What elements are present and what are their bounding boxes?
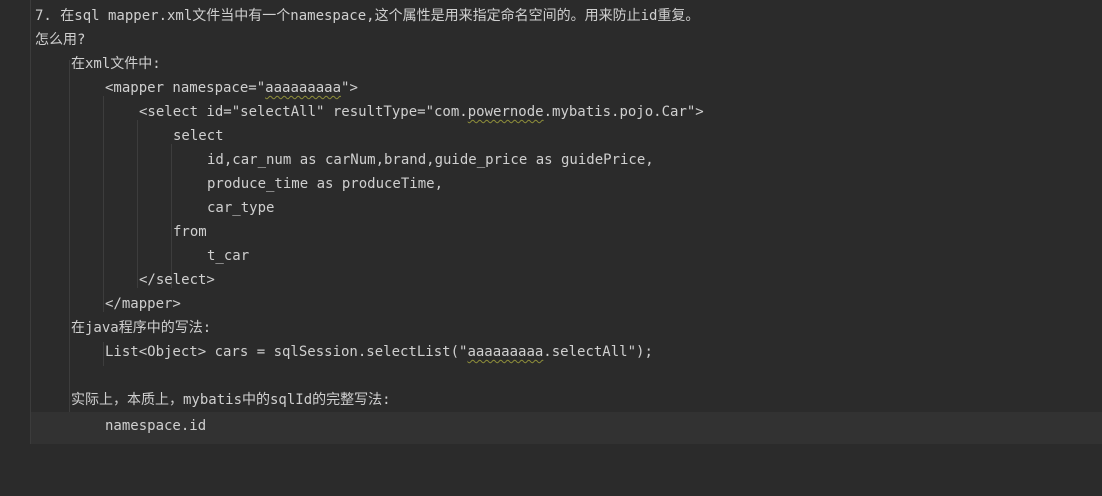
text-line-5[interactable]: <select id="selectAll" resultType="com.p… (31, 100, 1102, 124)
line-text: 7. 在sql mapper.xml文件当中有一个namespace,这个属性是… (35, 8, 700, 24)
text-line-11[interactable]: t_car (31, 244, 1102, 268)
code-segment: <select id="selectAll" resultType="com. (139, 104, 468, 120)
line-text: List<Object> cars = sqlSession.selectLis… (105, 340, 653, 364)
line-text: t_car (207, 248, 250, 264)
line-text: </mapper> (105, 296, 181, 312)
text-line-13[interactable]: </mapper> (31, 292, 1102, 316)
code-segment: .selectAll"); (543, 344, 653, 360)
code-segment: "> (341, 80, 358, 96)
text-line-9[interactable]: car_type (31, 196, 1102, 220)
text-line-6[interactable]: select (31, 124, 1102, 148)
line-text: id,car_num as carNum,brand,guide_price a… (207, 152, 654, 168)
line-text: 怎么用? (35, 32, 86, 48)
code-segment: .mybatis.pojo.Car"> (543, 104, 704, 120)
line-text: namespace.id (105, 418, 207, 434)
code-segment: <mapper namespace=" (105, 80, 266, 96)
line-text: from (173, 224, 207, 240)
text-line-15[interactable]: List<Object> cars = sqlSession.selectLis… (31, 340, 1102, 364)
text-line-7[interactable]: id,car_num as carNum,brand,guide_price a… (31, 148, 1102, 172)
line-text: </select> (139, 272, 215, 288)
text-line-10[interactable]: from (31, 220, 1102, 244)
text-line-12[interactable]: </select> (31, 268, 1102, 292)
line-text: produce_time as produceTime, (207, 176, 444, 192)
text-line-3[interactable]: 在xml文件中: (31, 52, 1102, 76)
text-line-2[interactable]: 怎么用? (31, 28, 1102, 52)
line-text: select (173, 128, 224, 144)
namespace-value-warning: aaaaaaaaa (467, 344, 544, 360)
text-line-16[interactable] (31, 364, 1102, 388)
line-text: 实际上，本质上，mybatis中的sqlId的完整写法: (71, 392, 391, 408)
editor-gutter (0, 0, 30, 444)
current-line[interactable]: namespace.id (31, 412, 1102, 444)
line-text: <mapper namespace="aaaaaaaaa"> (105, 76, 358, 100)
line-text: 在xml文件中: (71, 56, 161, 72)
text-line-17[interactable]: 实际上，本质上，mybatis中的sqlId的完整写法: (31, 388, 1102, 412)
code-editor[interactable]: 7. 在sql mapper.xml文件当中有一个namespace,这个属性是… (30, 0, 1102, 444)
text-line-4[interactable]: <mapper namespace="aaaaaaaaa"> (31, 76, 1102, 100)
text-line-1[interactable]: 7. 在sql mapper.xml文件当中有一个namespace,这个属性是… (31, 4, 1102, 28)
code-segment: List<Object> cars = sqlSession.selectLis… (105, 344, 468, 360)
line-text: car_type (207, 200, 275, 216)
text-line-8[interactable]: produce_time as produceTime, (31, 172, 1102, 196)
text-line-14[interactable]: 在java程序中的写法: (31, 316, 1102, 340)
package-name-warning: powernode (467, 104, 544, 120)
namespace-value-warning: aaaaaaaaa (265, 80, 342, 96)
line-text: <select id="selectAll" resultType="com.p… (139, 100, 704, 124)
line-text: 在java程序中的写法: (71, 320, 212, 336)
